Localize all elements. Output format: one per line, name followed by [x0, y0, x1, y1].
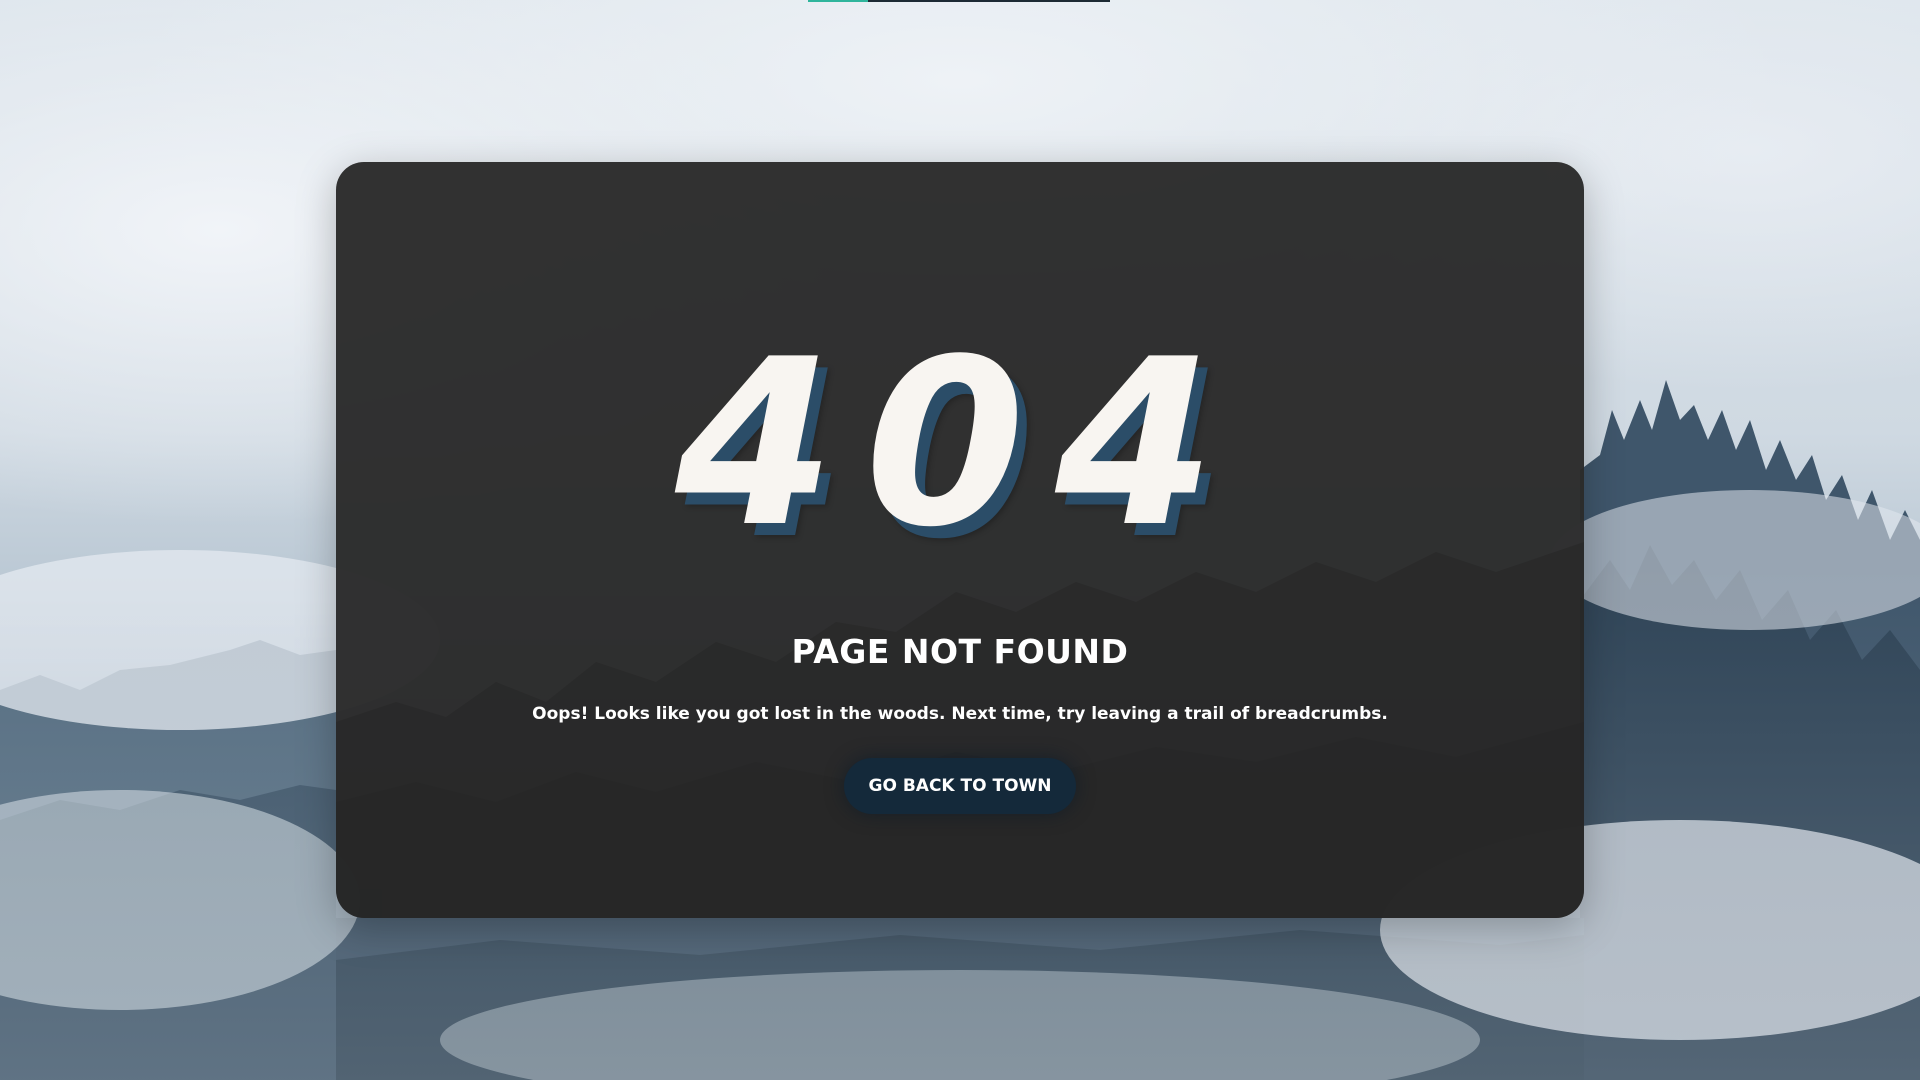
loading-progress-bar	[808, 0, 1110, 2]
page-title: PAGE NOT FOUND	[791, 632, 1129, 671]
loading-progress-fill	[808, 0, 869, 2]
go-back-button[interactable]: GO BACK TO TOWN	[844, 758, 1076, 814]
error-code: 404	[674, 311, 1246, 578]
error-message: Oops! Looks like you got lost in the woo…	[532, 704, 1388, 724]
